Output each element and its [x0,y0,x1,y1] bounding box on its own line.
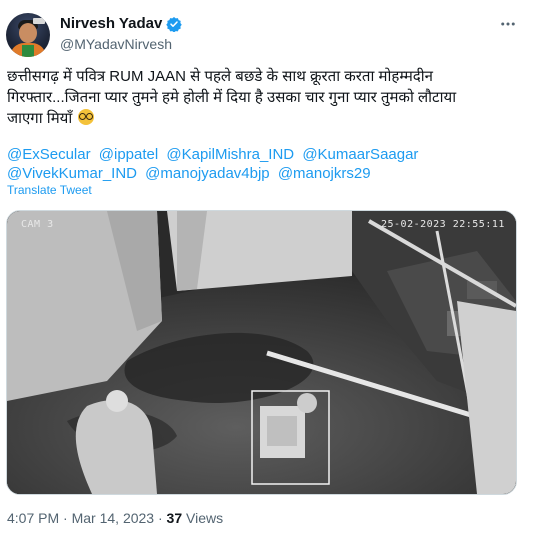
more-horizontal-icon[interactable] [497,13,519,35]
tweet-meta: 4:07 PM · Mar 14, 2023 · 37 Views [7,510,223,526]
tweet-date[interactable]: Mar 14, 2023 [72,510,155,526]
tweet-time[interactable]: 4:07 PM [7,510,59,526]
mention-link[interactable]: @VivekKumar_IND [7,165,137,182]
mention-link[interactable]: @ExSecular [7,146,91,163]
meta-separator: · [63,510,68,526]
avatar-face [19,23,37,43]
mention-link[interactable]: @ippatel [99,146,158,163]
camera-timestamp: 25-02-2023 22:55:11 [381,219,505,230]
avatar[interactable] [6,13,50,57]
tweet-text-line-2: गिरफ्तार...जितना प्यार तुमने हमे होली मे… [7,89,457,106]
tweet-text: छत्तीसगढ़ में पवित्र RUM JAAN से पहले बछ… [7,66,522,129]
author-handle[interactable]: @MYadavNirvesh [60,36,172,52]
camera-label: CAM 3 [21,219,54,230]
tweet-text-line-3: जाएगा मियाँ [7,108,522,129]
avatar-shirt-detail [22,45,34,57]
tweet-text-line-1: छत्तीसगढ़ में पवित्र RUM JAAN से पहले बछ… [7,68,433,85]
tweet-text-line-3-text: जाएगा मियाँ [7,110,73,127]
mention-link[interactable]: @manojyadav4bjp [145,165,269,182]
mention-link[interactable]: @manojkrs29 [278,165,371,182]
mention-link[interactable]: @KapilMishra_IND [166,146,294,163]
views-count: 37 [166,510,183,526]
author-name[interactable]: Nirvesh Yadav [60,15,162,32]
avatar-logo [33,18,45,24]
author-name-row: Nirvesh Yadav [60,15,183,32]
cctv-frame-image [7,211,516,494]
mention-link[interactable]: @KumaarSaagar [302,146,418,163]
verified-badge-icon [166,16,183,32]
meta-separator: · [157,510,163,526]
mentions: @ExSecular @ippatel @KapilMishra_IND @Ku… [7,145,522,183]
cctv-video[interactable]: CAM 3 25-02-2023 22:55:11 [6,210,517,495]
nerd-face-emoji [78,109,95,125]
views-label: Views [186,510,224,526]
translate-tweet-link[interactable]: Translate Tweet [7,183,92,197]
